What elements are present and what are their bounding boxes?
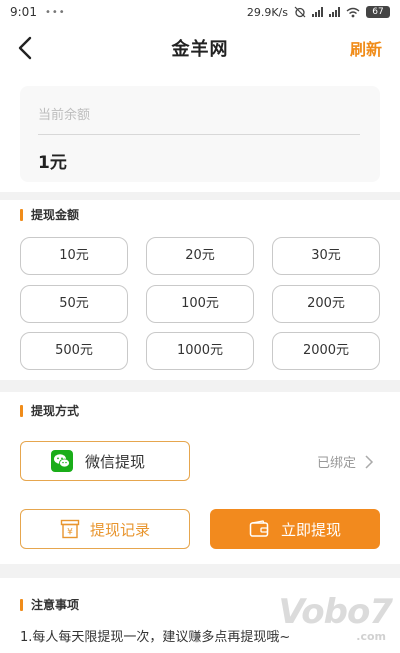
balance-card: 当前余额 1元 [20, 86, 380, 182]
balance-section: 当前余额 1元 [0, 72, 400, 192]
amount-option-20[interactable]: 20元 [146, 237, 254, 275]
refresh-button[interactable]: 刷新 [350, 36, 382, 60]
section-accent-bar [20, 208, 23, 221]
withdraw-amount-section: 提现金额 10元 20元 30元 50元 100元 200元 500元 1000… [0, 200, 400, 380]
amount-option-1000[interactable]: 1000元 [146, 332, 254, 370]
watermark-domain: .com [356, 630, 386, 643]
wechat-icon [51, 450, 73, 472]
alarm-icon [294, 6, 306, 18]
withdraw-amount-title: 提现金额 [31, 208, 80, 222]
amount-option-10[interactable]: 10元 [20, 237, 128, 275]
withdraw-now-label: 立即提现 [280, 520, 341, 539]
amount-option-100[interactable]: 100元 [146, 285, 254, 323]
withdraw-method-title: 提现方式 [31, 404, 80, 418]
balance-divider [38, 134, 360, 135]
record-receipt-icon: ¥ [60, 519, 80, 539]
notice-heading: 注意事项 [20, 596, 79, 613]
amount-option-50[interactable]: 50元 [20, 285, 128, 323]
section-accent-bar [20, 404, 23, 417]
status-bar: 9:01 ••• 29.9K/s 67 [0, 0, 400, 24]
back-arrow-icon[interactable] [12, 34, 40, 62]
svg-text:¥: ¥ [67, 528, 73, 538]
wallet-icon [249, 520, 269, 537]
battery-icon: 67 [366, 6, 390, 18]
withdraw-amount-heading: 提现金额 [20, 206, 79, 223]
chevron-right-icon [365, 454, 374, 469]
page-title: 金羊网 [171, 39, 229, 60]
amount-option-2000[interactable]: 2000元 [272, 332, 380, 370]
withdraw-record-button[interactable]: ¥ 提现记录 [20, 509, 190, 549]
amount-option-500[interactable]: 500元 [20, 332, 128, 370]
balance-label: 当前余额 [38, 108, 91, 123]
signal-icon [312, 7, 323, 17]
wechat-withdraw-label: 微信提现 [85, 452, 146, 471]
section-accent-bar [20, 598, 23, 611]
amount-option-30[interactable]: 30元 [272, 237, 380, 275]
wechat-withdraw-button[interactable]: 微信提现 [20, 441, 190, 481]
bound-status[interactable]: 已绑定 [317, 452, 374, 471]
withdraw-method-section: 提现方式 微信提现 已绑定 ¥ 提现记录 立即提现 [0, 392, 400, 564]
signal-icon-2 [329, 7, 340, 17]
withdraw-method-heading: 提现方式 [20, 402, 79, 419]
balance-value: 1元 [38, 153, 67, 173]
wifi-icon [346, 7, 360, 17]
watermark-logo: Vobo7 [278, 592, 393, 632]
network-speed: 29.9K/s [246, 5, 288, 19]
notification-dots-icon: ••• [44, 6, 66, 18]
withdraw-record-label: 提现记录 [89, 520, 150, 539]
notice-line-1: 1.每人每天限提现一次，建议赚多点再提现哦~ [20, 630, 291, 645]
bound-status-label: 已绑定 [316, 456, 356, 471]
nav-bar: 金羊网 刷新 [0, 24, 400, 72]
status-time: 9:01 [10, 5, 37, 19]
withdraw-now-button[interactable]: 立即提现 [210, 509, 380, 549]
amount-option-200[interactable]: 200元 [272, 285, 380, 323]
notice-title: 注意事项 [31, 598, 80, 612]
